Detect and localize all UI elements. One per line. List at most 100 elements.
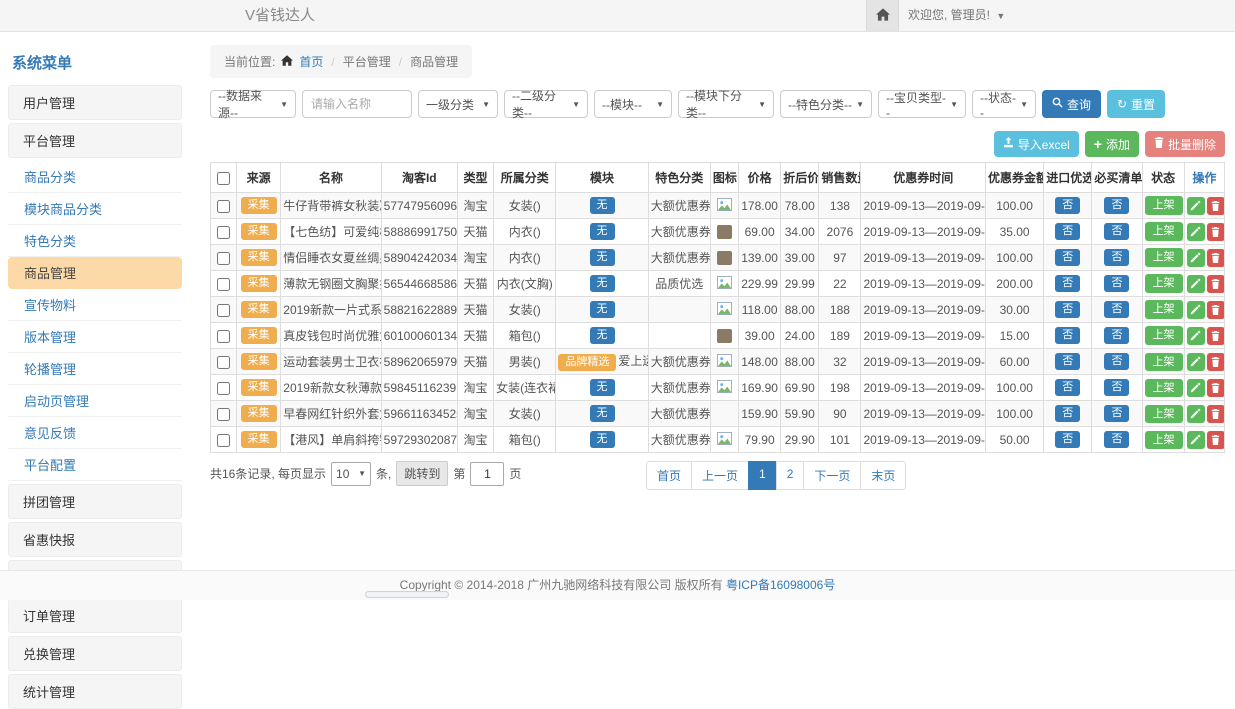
edit-button[interactable] [1187,275,1205,293]
must-buy-toggle[interactable]: 否 [1104,405,1129,422]
edit-button[interactable] [1187,431,1205,449]
must-buy-toggle[interactable]: 否 [1104,223,1129,240]
breadcrumb-home-link[interactable]: 首页 [299,53,323,70]
delete-button[interactable] [1207,379,1225,397]
pager-last[interactable]: 末页 [860,461,906,490]
pager-page-1[interactable]: 1 [748,461,777,490]
filter-select-level2-category[interactable]: --二级分类--▼ [504,90,588,118]
sidebar-item-feedback[interactable]: 意见反馈 [8,417,182,449]
delete-button[interactable] [1207,223,1225,241]
status-on-shelf-button[interactable]: 上架 [1145,405,1183,423]
sidebar-item-splash-mgmt[interactable]: 启动页管理 [8,385,182,417]
per-page-select[interactable]: 10 ▼ [331,462,371,486]
must-buy-toggle[interactable]: 否 [1104,379,1129,396]
sidebar-item-platform-mgmt[interactable]: 平台管理 [8,123,182,158]
row-checkbox[interactable] [217,304,230,317]
import-select-toggle[interactable]: 否 [1055,223,1080,240]
edit-button[interactable] [1187,249,1205,267]
select-all-checkbox[interactable] [217,172,230,185]
home-button[interactable] [866,0,899,31]
sidebar-item-stats-mgmt[interactable]: 统计管理 [8,674,182,709]
sidebar-item-goods-category[interactable]: 商品分类 [8,161,182,193]
status-on-shelf-button[interactable]: 上架 [1145,300,1183,318]
must-buy-toggle[interactable]: 否 [1104,249,1129,266]
horizontal-scrollbar-thumb[interactable] [365,591,449,598]
must-buy-toggle[interactable]: 否 [1104,327,1129,344]
query-button[interactable]: 查询 [1042,90,1101,118]
delete-button[interactable] [1207,405,1225,423]
status-on-shelf-button[interactable]: 上架 [1145,379,1183,397]
delete-button[interactable] [1207,431,1225,449]
edit-button[interactable] [1187,405,1205,423]
import-select-toggle[interactable]: 否 [1055,379,1080,396]
row-checkbox[interactable] [217,278,230,291]
delete-button[interactable] [1207,301,1225,319]
import-select-toggle[interactable]: 否 [1055,405,1080,422]
sidebar-item-goods-mgmt[interactable]: 商品管理 [8,257,182,289]
edit-button[interactable] [1187,301,1205,319]
status-on-shelf-button[interactable]: 上架 [1145,353,1183,371]
delete-button[interactable] [1207,249,1225,267]
status-on-shelf-button[interactable]: 上架 [1145,196,1183,214]
must-buy-toggle[interactable]: 否 [1104,301,1129,318]
sidebar-item-module-goods-category[interactable]: 模块商品分类 [8,193,182,225]
delete-button[interactable] [1207,197,1225,215]
must-buy-toggle[interactable]: 否 [1104,275,1129,292]
delete-button[interactable] [1207,275,1225,293]
must-buy-toggle[interactable]: 否 [1104,353,1129,370]
pager-prev[interactable]: 上一页 [691,461,749,490]
import-select-toggle[interactable]: 否 [1055,197,1080,214]
sidebar-item-order-mgmt[interactable]: 订单管理 [8,598,182,633]
icp-link[interactable]: 粤ICP备16098006号 [726,578,835,592]
filter-select-item-type[interactable]: --宝贝类型--▼ [878,90,966,118]
must-buy-toggle[interactable]: 否 [1104,197,1129,214]
jump-button[interactable]: 跳转到 [396,461,448,486]
sidebar-item-carousel-mgmt[interactable]: 轮播管理 [8,353,182,385]
sidebar-item-platform-config[interactable]: 平台配置 [8,449,182,481]
status-on-shelf-button[interactable]: 上架 [1145,248,1183,266]
filter-select-feature-category[interactable]: --特色分类--▼ [780,90,872,118]
edit-button[interactable] [1187,327,1205,345]
filter-input-product-name[interactable] [302,90,412,118]
sidebar-item-exchange-mgmt[interactable]: 兑换管理 [8,636,182,671]
sidebar-item-version-mgmt[interactable]: 版本管理 [8,321,182,353]
filter-select-level1-category[interactable]: 一级分类▼ [418,90,498,118]
import-select-toggle[interactable]: 否 [1055,249,1080,266]
edit-button[interactable] [1187,223,1205,241]
pager-next[interactable]: 下一页 [803,461,861,490]
sidebar-item-feature-category[interactable]: 特色分类 [8,225,182,257]
row-checkbox[interactable] [217,330,230,343]
must-buy-toggle[interactable]: 否 [1104,431,1129,448]
bulk-delete-button[interactable]: 批量删除 [1145,131,1225,157]
import-select-toggle[interactable]: 否 [1055,301,1080,318]
pager-page-2[interactable]: 2 [776,461,805,490]
import-excel-button[interactable]: 导入excel [994,131,1079,157]
filter-select-status[interactable]: --状态--▼ [972,90,1036,118]
sidebar-item-group-buy-mgmt[interactable]: 拼团管理 [8,484,182,519]
status-on-shelf-button[interactable]: 上架 [1145,326,1183,344]
filter-select-module[interactable]: --模块--▼ [594,90,672,118]
reset-button[interactable]: ↻ 重置 [1107,90,1165,118]
status-on-shelf-button[interactable]: 上架 [1145,431,1183,449]
delete-button[interactable] [1207,353,1225,371]
row-checkbox[interactable] [217,356,230,369]
edit-button[interactable] [1187,197,1205,215]
row-checkbox[interactable] [217,252,230,265]
import-select-toggle[interactable]: 否 [1055,431,1080,448]
add-button[interactable]: + 添加 [1085,131,1139,157]
status-on-shelf-button[interactable]: 上架 [1145,274,1183,292]
edit-button[interactable] [1187,353,1205,371]
sidebar-item-user-mgmt[interactable]: 用户管理 [8,85,182,120]
row-checkbox[interactable] [217,408,230,421]
row-checkbox[interactable] [217,226,230,239]
row-checkbox[interactable] [217,382,230,395]
sidebar-item-saving-news[interactable]: 省惠快报 [8,522,182,557]
pager-first[interactable]: 首页 [646,461,692,490]
filter-select-module-sub-category[interactable]: --模块下分类--▼ [678,90,774,118]
user-menu[interactable]: 欢迎您, 管理员! ▼ [908,0,1005,32]
import-select-toggle[interactable]: 否 [1055,327,1080,344]
import-select-toggle[interactable]: 否 [1055,353,1080,370]
row-checkbox[interactable] [217,434,230,447]
row-checkbox[interactable] [217,200,230,213]
sidebar-item-promo-material[interactable]: 宣传物料 [8,289,182,321]
